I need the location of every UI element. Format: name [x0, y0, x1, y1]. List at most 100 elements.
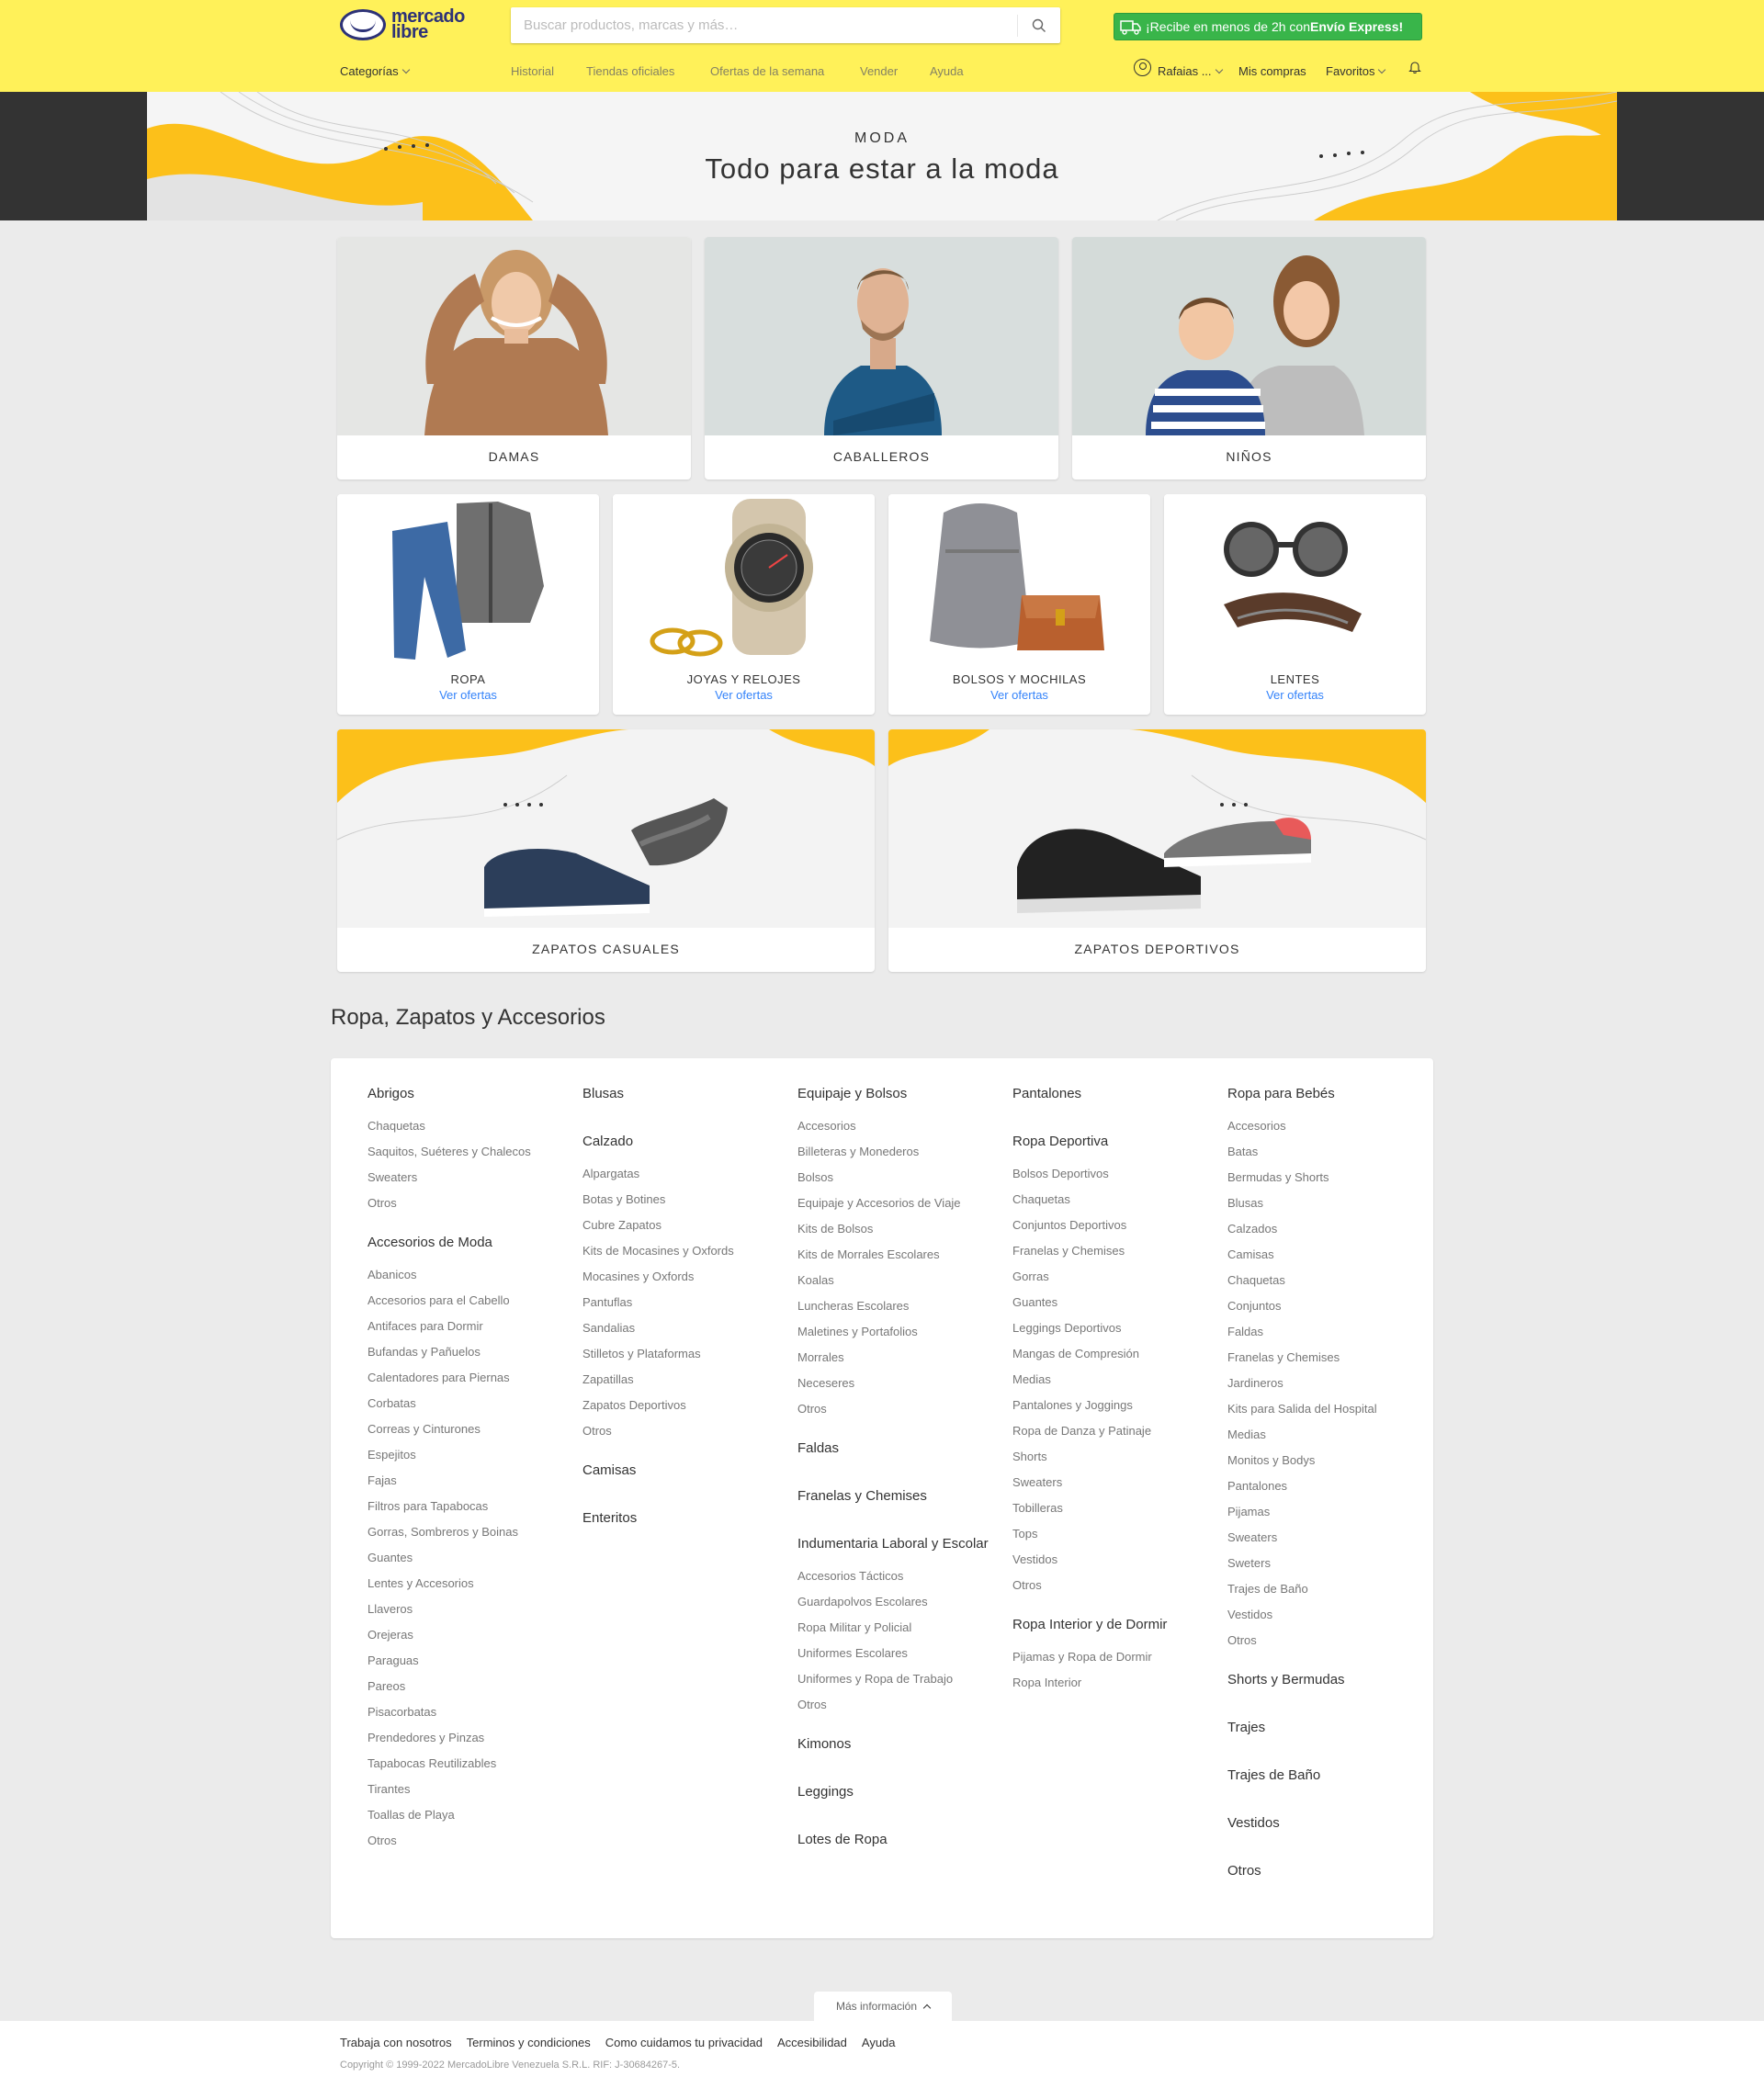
subcategory-link[interactable]: Otros — [1227, 1628, 1420, 1653]
subcategory-link[interactable]: Franelas y Chemises — [1227, 1345, 1420, 1371]
category-card-lentes[interactable]: LENTES Ver ofertas — [1164, 494, 1426, 715]
subcategory-link[interactable]: Pantuflas — [582, 1290, 775, 1315]
footer-link-trabaja[interactable]: Trabaja con nosotros — [340, 2036, 452, 2049]
see-offers-link[interactable]: Ver ofertas — [1164, 688, 1426, 702]
subcategory-link[interactable]: Bufandas y Pañuelos — [368, 1339, 560, 1365]
notifications-bell-icon[interactable] — [1408, 61, 1421, 73]
category-card-joyas-relojes[interactable]: JOYAS Y RELOJES Ver ofertas — [613, 494, 875, 715]
category-heading[interactable]: Accesorios de Moda — [368, 1235, 560, 1251]
nav-tiendas-oficiales[interactable]: Tiendas oficiales — [586, 64, 674, 78]
subcategory-link[interactable]: Ropa de Danza y Patinaje — [1012, 1418, 1205, 1444]
search-button[interactable] — [1018, 7, 1060, 43]
subcategory-link[interactable]: Sweaters — [1227, 1525, 1420, 1551]
subcategory-link[interactable]: Accesorios Tácticos — [797, 1563, 990, 1589]
subcategory-link[interactable]: Shorts — [1012, 1444, 1205, 1470]
subcategory-link[interactable]: Faldas — [1227, 1319, 1420, 1345]
category-card-bolsos-mochilas[interactable]: BOLSOS Y MOCHILAS Ver ofertas — [888, 494, 1150, 715]
subcategory-link[interactable]: Prendedores y Pinzas — [368, 1725, 560, 1751]
subcategory-link[interactable]: Conjuntos Deportivos — [1012, 1213, 1205, 1238]
category-heading[interactable]: Trajes — [1227, 1720, 1420, 1736]
subcategory-link[interactable]: Correas y Cinturones — [368, 1416, 560, 1442]
category-card-caballeros[interactable]: CABALLEROS — [705, 237, 1058, 480]
subcategory-link[interactable]: Ropa Interior — [1012, 1670, 1205, 1696]
subcategory-link[interactable]: Tops — [1012, 1521, 1205, 1547]
nav-ayuda[interactable]: Ayuda — [930, 64, 964, 78]
subcategory-link[interactable]: Toallas de Playa — [368, 1802, 560, 1828]
subcategory-link[interactable]: Abanicos — [368, 1262, 560, 1288]
category-card-zapatos-casuales[interactable]: ZAPATOS CASUALES — [337, 729, 875, 972]
subcategory-link[interactable]: Equipaje y Accesorios de Viaje — [797, 1191, 990, 1216]
subcategory-link[interactable]: Botas y Botines — [582, 1187, 775, 1213]
subcategory-link[interactable]: Medias — [1012, 1367, 1205, 1393]
subcategory-link[interactable]: Koalas — [797, 1268, 990, 1293]
subcategory-link[interactable]: Franelas y Chemises — [1012, 1238, 1205, 1264]
see-offers-link[interactable]: Ver ofertas — [613, 688, 875, 702]
subcategory-link[interactable]: Otros — [582, 1418, 775, 1444]
subcategory-link[interactable]: Maletines y Portafolios — [797, 1319, 990, 1345]
subcategory-link[interactable]: Monitos y Bodys — [1227, 1448, 1420, 1473]
subcategory-link[interactable]: Espejitos — [368, 1442, 560, 1468]
category-heading[interactable]: Blusas — [582, 1086, 775, 1102]
subcategory-link[interactable]: Lentes y Accesorios — [368, 1571, 560, 1597]
subcategory-link[interactable]: Gorras — [1012, 1264, 1205, 1290]
subcategory-link[interactable]: Zapatos Deportivos — [582, 1393, 775, 1418]
category-heading[interactable]: Ropa Deportiva — [1012, 1134, 1205, 1150]
category-heading[interactable]: Leggings — [797, 1784, 990, 1800]
subcategory-link[interactable]: Billeteras y Monederos — [797, 1139, 990, 1165]
subcategory-link[interactable]: Uniformes Escolares — [797, 1641, 990, 1666]
subcategory-link[interactable]: Vestidos — [1012, 1547, 1205, 1573]
subcategory-link[interactable]: Otros — [797, 1692, 990, 1718]
subcategory-link[interactable]: Guantes — [1012, 1290, 1205, 1315]
favorites-menu[interactable]: Favoritos — [1326, 64, 1386, 78]
subcategory-link[interactable]: Filtros para Tapabocas — [368, 1494, 560, 1519]
subcategory-link[interactable]: Pijamas — [1227, 1499, 1420, 1525]
my-purchases-link[interactable]: Mis compras — [1238, 64, 1306, 78]
subcategory-link[interactable]: Otros — [368, 1191, 560, 1216]
subcategory-link[interactable]: Guardapolvos Escolares — [797, 1589, 990, 1615]
more-info-button[interactable]: Más información — [814, 1992, 952, 2021]
see-offers-link[interactable]: Ver ofertas — [888, 688, 1150, 702]
subcategory-link[interactable]: Chaquetas — [368, 1113, 560, 1139]
category-heading[interactable]: Faldas — [797, 1440, 990, 1457]
subcategory-link[interactable]: Calzados — [1227, 1216, 1420, 1242]
subcategory-link[interactable]: Ropa Militar y Policial — [797, 1615, 990, 1641]
nav-ofertas-semana[interactable]: Ofertas de la semana — [710, 64, 824, 78]
subcategory-link[interactable]: Accesorios — [797, 1113, 990, 1139]
category-heading[interactable]: Indumentaria Laboral y Escolar — [797, 1536, 990, 1552]
subcategory-link[interactable]: Sweaters — [1012, 1470, 1205, 1495]
subcategory-link[interactable]: Pareos — [368, 1674, 560, 1699]
category-heading[interactable]: Trajes de Baño — [1227, 1767, 1420, 1784]
nav-vender[interactable]: Vender — [860, 64, 898, 78]
subcategory-link[interactable]: Tobilleras — [1012, 1495, 1205, 1521]
subcategory-link[interactable]: Saquitos, Suéteres y Chalecos — [368, 1139, 560, 1165]
category-heading[interactable]: Calzado — [582, 1134, 775, 1150]
subcategory-link[interactable]: Uniformes y Ropa de Trabajo — [797, 1666, 990, 1692]
subcategory-link[interactable]: Vestidos — [1227, 1602, 1420, 1628]
footer-link-terminos[interactable]: Terminos y condiciones — [467, 2036, 591, 2049]
subcategory-link[interactable]: Neceseres — [797, 1371, 990, 1396]
subcategory-link[interactable]: Tirantes — [368, 1777, 560, 1802]
category-card-damas[interactable]: DAMAS — [337, 237, 691, 480]
category-card-ninos[interactable]: NIÑOS — [1072, 237, 1426, 480]
subcategory-link[interactable]: Medias — [1227, 1422, 1420, 1448]
subcategory-link[interactable]: Chaquetas — [1227, 1268, 1420, 1293]
subcategory-link[interactable]: Sandalias — [582, 1315, 775, 1341]
subcategory-link[interactable]: Otros — [1012, 1573, 1205, 1598]
subcategory-link[interactable]: Corbatas — [368, 1391, 560, 1416]
subcategory-link[interactable]: Pisacorbatas — [368, 1699, 560, 1725]
subcategory-link[interactable]: Orejeras — [368, 1622, 560, 1648]
mercadolibre-logo[interactable]: mercado libre — [340, 7, 465, 41]
see-offers-link[interactable]: Ver ofertas — [337, 688, 599, 702]
subcategory-link[interactable]: Stilletos y Plataformas — [582, 1341, 775, 1367]
subcategory-link[interactable]: Otros — [368, 1828, 560, 1854]
subcategory-link[interactable]: Alpargatas — [582, 1161, 775, 1187]
category-card-ropa[interactable]: ROPA Ver ofertas — [337, 494, 599, 715]
subcategory-link[interactable]: Antifaces para Dormir — [368, 1314, 560, 1339]
subcategory-link[interactable]: Kits de Morrales Escolares — [797, 1242, 990, 1268]
category-heading[interactable]: Otros — [1227, 1863, 1420, 1879]
subcategory-link[interactable]: Pantalones y Joggings — [1012, 1393, 1205, 1418]
category-heading[interactable]: Equipaje y Bolsos — [797, 1086, 990, 1102]
subcategory-link[interactable]: Luncheras Escolares — [797, 1293, 990, 1319]
subcategory-link[interactable]: Paraguas — [368, 1648, 560, 1674]
category-heading[interactable]: Kimonos — [797, 1736, 990, 1753]
